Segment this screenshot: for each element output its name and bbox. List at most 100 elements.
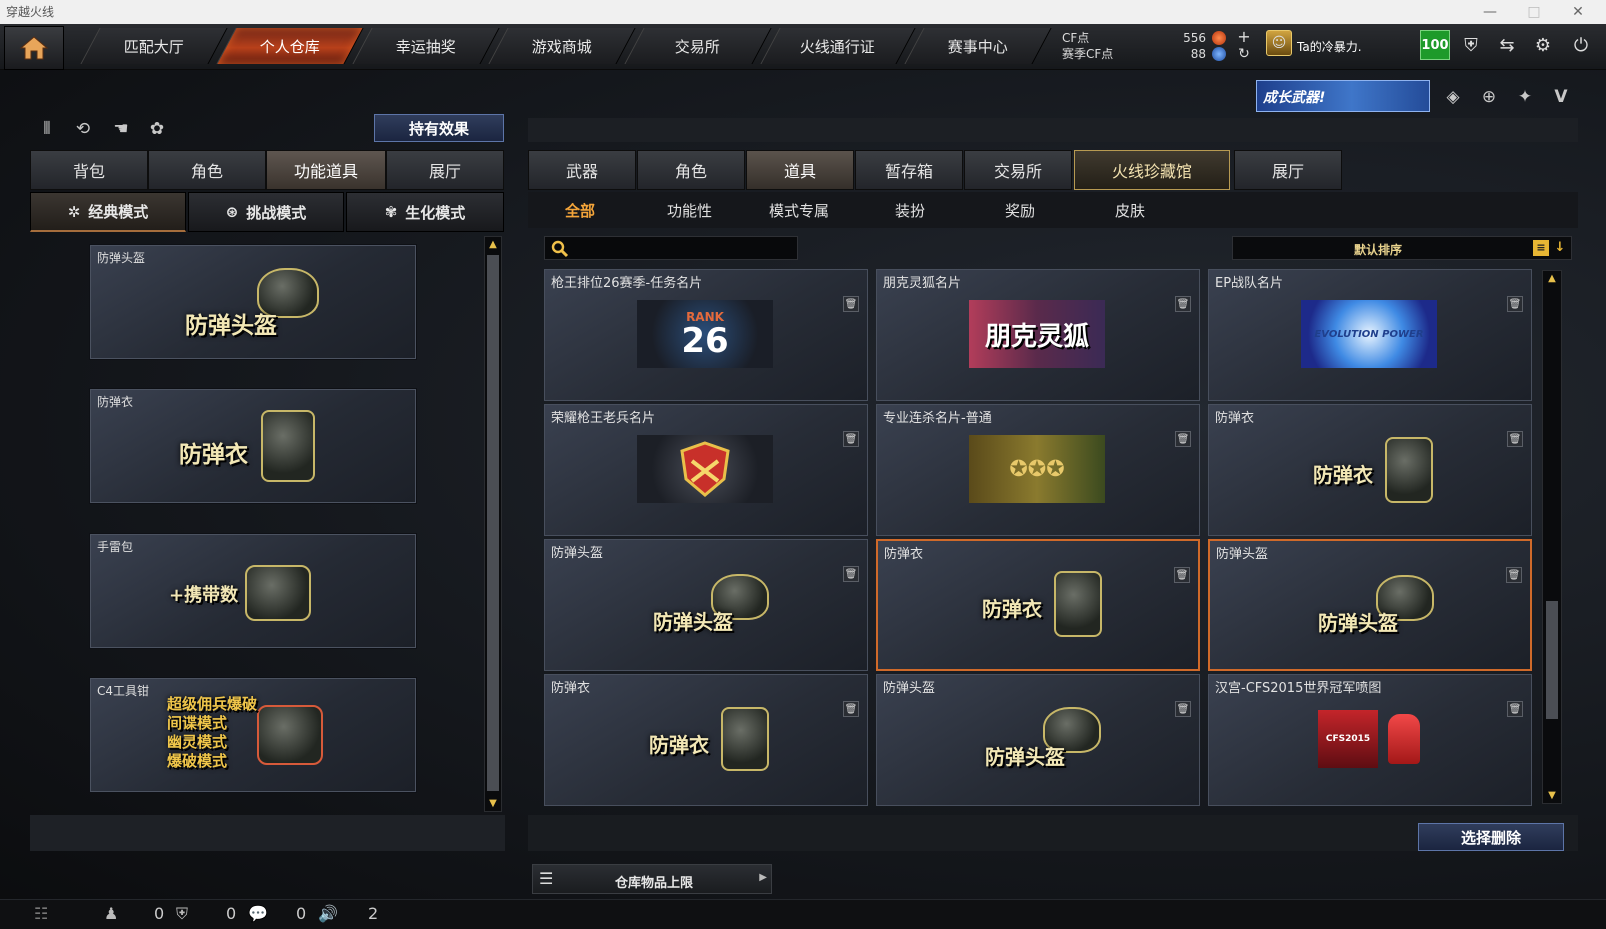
friends-count: 0 xyxy=(154,904,165,923)
holding-effect-button[interactable]: 持有效果 xyxy=(374,114,504,142)
tab-weapons[interactable]: 武器 xyxy=(528,150,636,190)
badge-icon[interactable]: ◈ xyxy=(1440,84,1466,110)
tab-collection-hall[interactable]: 火线珍藏馆 xyxy=(1074,150,1230,190)
home-button[interactable] xyxy=(4,26,64,70)
card-glory-veteran[interactable]: 荣耀枪王老兵名片 🗑 xyxy=(544,404,868,536)
sort-dropdown[interactable]: 默认排序 ≡ ↓ xyxy=(1232,236,1572,260)
card-punk-fox[interactable]: 朋克灵狐名片 🗑 朋克灵狐 xyxy=(876,269,1200,401)
tab-functional-items[interactable]: 功能道具 xyxy=(266,150,386,190)
scroll-down-icon[interactable]: ▼ xyxy=(485,798,501,809)
tab-trade[interactable]: 交易所 xyxy=(964,150,1072,190)
add-cf-icon[interactable]: + xyxy=(1232,26,1256,46)
trash-icon[interactable]: 🗑 xyxy=(1175,431,1191,447)
bag-icon[interactable]: ✿ xyxy=(144,116,170,142)
list-view-icon[interactable]: ≡ xyxy=(1533,240,1549,256)
tab-storage-box[interactable]: 暂存箱 xyxy=(855,150,963,190)
v-logo-icon[interactable]: V xyxy=(1548,84,1574,110)
trash-icon[interactable]: 🗑 xyxy=(1507,296,1523,312)
switch-icon[interactable]: ⇆ xyxy=(1492,30,1522,60)
left-item-grenade-pack[interactable]: 手雷包 +携带数 xyxy=(90,534,416,648)
card-helmet[interactable]: 防弹头盔 🗑 防弹头盔 xyxy=(544,539,868,671)
search-input[interactable] xyxy=(544,236,798,260)
tab-roles[interactable]: 角色 xyxy=(637,150,745,190)
nav-tab-lucky-draw[interactable]: 幸运抽奖 xyxy=(352,28,500,64)
scroll-up-icon[interactable]: ▲ xyxy=(485,239,501,250)
trash-icon[interactable]: 🗑 xyxy=(1506,567,1522,583)
tab-backpack[interactable]: 背包 xyxy=(30,150,148,190)
subtab-skins[interactable]: 皮肤 xyxy=(1115,200,1145,221)
nav-tab-personal-warehouse[interactable]: 个人仓库 xyxy=(216,28,364,64)
rank-icon[interactable]: ⫴ xyxy=(34,116,60,142)
subtab-rewards[interactable]: 奖励 xyxy=(1005,200,1035,221)
nav-tab-battle-pass[interactable]: 火线通行证 xyxy=(760,28,916,64)
card-cfs2015-spray[interactable]: 汉宫-CFS2015世界冠军喷图 🗑 CFS2015 xyxy=(1208,674,1532,806)
trash-icon[interactable]: 🗑 xyxy=(843,296,859,312)
card-helmet-selected[interactable]: 防弹头盔 🗑 防弹头盔 xyxy=(1208,539,1532,671)
history-icon[interactable]: ⟲ xyxy=(70,116,96,142)
vest-icon xyxy=(1385,437,1433,503)
chat-icon[interactable]: 💬 xyxy=(248,904,268,923)
subtab-cosmetic[interactable]: 装扮 xyxy=(895,200,925,221)
trash-icon[interactable]: 🗑 xyxy=(1175,701,1191,717)
nav-tab-event-center[interactable]: 赛事中心 xyxy=(904,28,1052,64)
tab-showroom[interactable]: 展厅 xyxy=(1234,150,1342,190)
nav-tab-exchange[interactable]: 交易所 xyxy=(624,28,772,64)
card-vest-2[interactable]: 防弹衣 🗑 防弹衣 xyxy=(544,674,868,806)
mode-biochem[interactable]: ✾ 生化模式 xyxy=(346,192,504,232)
maximize-icon[interactable]: □ xyxy=(1512,0,1556,24)
mode-challenge[interactable]: ⊛ 挑战模式 xyxy=(188,192,344,232)
select-delete-button[interactable]: 选择删除 xyxy=(1418,823,1564,851)
card-pro-killstreak[interactable]: 专业连杀名片-普通 🗑 ✪✪✪ xyxy=(876,404,1200,536)
left-scroll-thumb[interactable] xyxy=(487,255,499,791)
scroll-up-icon[interactable]: ▲ xyxy=(1543,273,1561,284)
tab-props[interactable]: 道具 xyxy=(746,150,854,190)
trash-icon[interactable]: 🗑 xyxy=(1507,431,1523,447)
right-scrollbar[interactable]: ▲ ▼ xyxy=(1542,270,1562,804)
left-scrollbar[interactable]: ▲ ▼ xyxy=(484,236,502,812)
trash-icon[interactable]: 🗑 xyxy=(843,701,859,717)
tab-gallery[interactable]: 展厅 xyxy=(386,150,504,190)
warehouse-limit-bar[interactable]: ☰ 仓库物品上限 ▶ xyxy=(532,864,772,894)
avatar-icon[interactable]: ☺ xyxy=(1266,30,1292,56)
left-item-vest[interactable]: 防弹衣 防弹衣 xyxy=(90,389,416,503)
trash-icon[interactable]: 🗑 xyxy=(1507,701,1523,717)
growth-weapon-banner[interactable]: 成长武器! xyxy=(1256,80,1430,112)
nav-tab-match-lobby[interactable]: 匹配大厅 xyxy=(80,28,228,64)
speaker-icon[interactable]: 🔊 xyxy=(318,904,338,923)
mode-classic[interactable]: ✲ 经典模式 xyxy=(30,192,186,232)
left-item-c4-pliers[interactable]: C4工具钳 超级佣兵爆破 间谍模式 幽灵模式 爆破模式 xyxy=(90,678,416,792)
card-rank-26[interactable]: 枪王排位26赛季-任务名片 🗑 RANK 26 xyxy=(544,269,868,401)
star-badge-icon[interactable]: ✦ xyxy=(1512,84,1538,110)
shield-icon[interactable]: ⛨ xyxy=(1456,30,1486,60)
gear-icon[interactable]: ⚙ xyxy=(1528,30,1558,60)
power-icon[interactable]: ⏻ xyxy=(1566,30,1596,60)
friends-icon[interactable]: ♟ xyxy=(104,904,118,923)
left-item-helmet[interactable]: 防弹头盔 防弹头盔 xyxy=(90,245,416,359)
sort-desc-icon[interactable]: ↓ xyxy=(1552,240,1568,256)
trash-icon[interactable]: 🗑 xyxy=(843,566,859,582)
tab-character[interactable]: 角色 xyxy=(148,150,266,190)
nav-tab-game-shop[interactable]: 游戏商城 xyxy=(488,28,636,64)
scroll-down-icon[interactable]: ▼ xyxy=(1543,790,1561,801)
card-helmet-2[interactable]: 防弹头盔 🗑 防弹头盔 xyxy=(876,674,1200,806)
trash-icon[interactable]: 🗑 xyxy=(1175,296,1191,312)
close-icon[interactable]: ✕ xyxy=(1556,0,1600,24)
level-badge: 100 xyxy=(1420,30,1450,60)
menu-list-icon[interactable]: ☷ xyxy=(34,904,48,923)
hand-icon[interactable]: ☚ xyxy=(108,116,134,142)
pliers-icon xyxy=(257,705,323,765)
minimize-icon[interactable]: — xyxy=(1468,0,1512,24)
subtab-all[interactable]: 全部 xyxy=(565,200,595,221)
clan-icon[interactable]: ⛨ xyxy=(176,904,188,924)
trash-icon[interactable]: 🗑 xyxy=(843,431,859,447)
globe-icon[interactable]: ⊕ xyxy=(1476,84,1502,110)
card-vest-selected[interactable]: 防弹衣 🗑 防弹衣 xyxy=(876,539,1200,671)
trash-icon[interactable]: 🗑 xyxy=(1174,567,1190,583)
refresh-icon[interactable]: ↻ xyxy=(1232,44,1256,64)
right-scroll-thumb[interactable] xyxy=(1546,601,1558,719)
subtab-functional[interactable]: 功能性 xyxy=(667,200,712,221)
card-vest[interactable]: 防弹衣 🗑 防弹衣 xyxy=(1208,404,1532,536)
subtab-mode-exclusive[interactable]: 模式专属 xyxy=(769,200,829,221)
expand-arrow-icon[interactable]: ▶ xyxy=(759,872,767,883)
card-ep-team[interactable]: EP战队名片 🗑 EVOLUTION POWER xyxy=(1208,269,1532,401)
